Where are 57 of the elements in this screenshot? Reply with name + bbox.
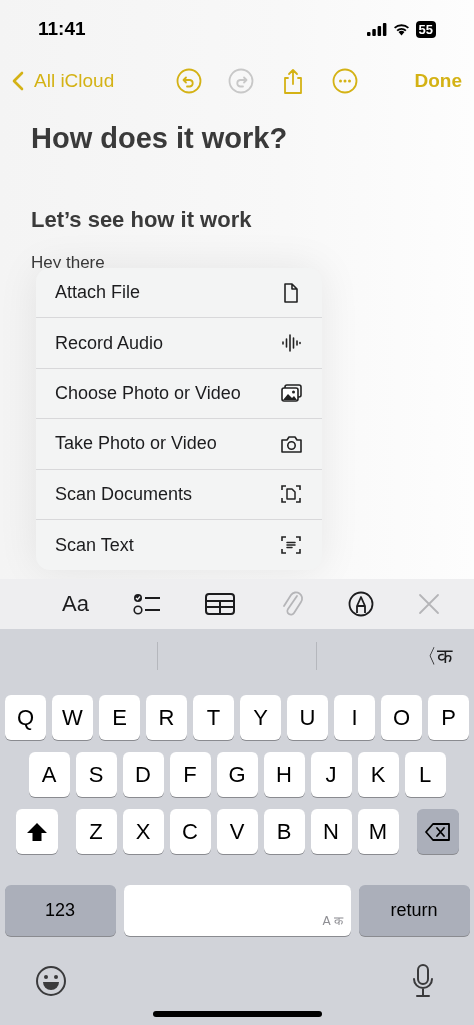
letter-key[interactable]: W — [52, 695, 93, 740]
letter-key[interactable]: S — [75, 752, 117, 797]
letter-key[interactable]: V — [216, 809, 258, 854]
menu-item[interactable]: Record Audio — [36, 318, 322, 369]
letter-key[interactable]: J — [310, 752, 352, 797]
letter-key[interactable]: I — [334, 695, 375, 740]
letter-key[interactable]: Z — [75, 809, 117, 854]
return-key[interactable]: return — [358, 885, 470, 936]
letter-key[interactable]: F — [169, 752, 211, 797]
menu-item[interactable]: Take Photo or Video — [36, 419, 322, 470]
letter-key[interactable]: M — [357, 809, 399, 854]
table-icon[interactable] — [205, 593, 236, 615]
document-scan-icon — [280, 483, 302, 506]
letter-key[interactable]: L — [404, 752, 446, 797]
letter-key[interactable]: B — [263, 809, 305, 854]
text-scan-icon — [280, 534, 302, 557]
note-title: How does it work? — [31, 122, 289, 156]
photo-icon — [280, 382, 302, 405]
letter-key[interactable]: U — [287, 695, 328, 740]
battery-indicator: 55 — [415, 20, 436, 38]
menu-item[interactable]: Attach File — [36, 268, 322, 319]
emoji-icon[interactable] — [35, 965, 67, 997]
delete-icon — [424, 821, 451, 842]
suggestion[interactable]: 〈क — [417, 642, 452, 670]
letter-key[interactable]: Q — [5, 695, 46, 740]
shift-key[interactable] — [15, 809, 58, 854]
chevron-left-icon — [12, 71, 24, 91]
text-style-button[interactable]: Aa — [62, 591, 89, 617]
menu-item[interactable]: Choose Photo or Video — [36, 368, 322, 420]
letter-key[interactable]: E — [99, 695, 140, 740]
waveform-icon — [280, 332, 302, 355]
pen-circle-icon[interactable] — [347, 591, 374, 617]
space-bar[interactable]: A क — [123, 885, 351, 936]
letter-key[interactable]: D — [122, 752, 164, 797]
numbers-key[interactable]: 123 — [4, 885, 116, 936]
checklist-icon[interactable] — [133, 592, 162, 616]
letter-key[interactable]: Y — [240, 695, 281, 740]
letter-key[interactable]: X — [122, 809, 164, 854]
letter-key[interactable]: N — [310, 809, 352, 854]
signal-icon — [366, 22, 387, 36]
shift-icon — [25, 821, 48, 842]
letter-key[interactable]: T — [193, 695, 234, 740]
note-heading: Let’s see how it work — [31, 207, 253, 233]
letter-key[interactable]: C — [169, 809, 211, 854]
menu-item[interactable]: Scan Text — [36, 519, 322, 571]
microphone-icon[interactable] — [412, 964, 434, 998]
letter-key[interactable]: K — [357, 752, 399, 797]
letter-key[interactable]: A — [28, 752, 70, 797]
wifi-icon — [392, 22, 410, 36]
menu-item[interactable]: Scan Documents — [36, 469, 322, 520]
letter-key[interactable]: P — [428, 695, 469, 740]
letter-key[interactable]: H — [263, 752, 305, 797]
letter-key[interactable]: G — [216, 752, 258, 797]
delete-key[interactable] — [416, 809, 459, 854]
letter-key[interactable]: O — [381, 695, 422, 740]
status-time: 11:41 — [38, 18, 86, 40]
letter-key[interactable]: R — [146, 695, 187, 740]
